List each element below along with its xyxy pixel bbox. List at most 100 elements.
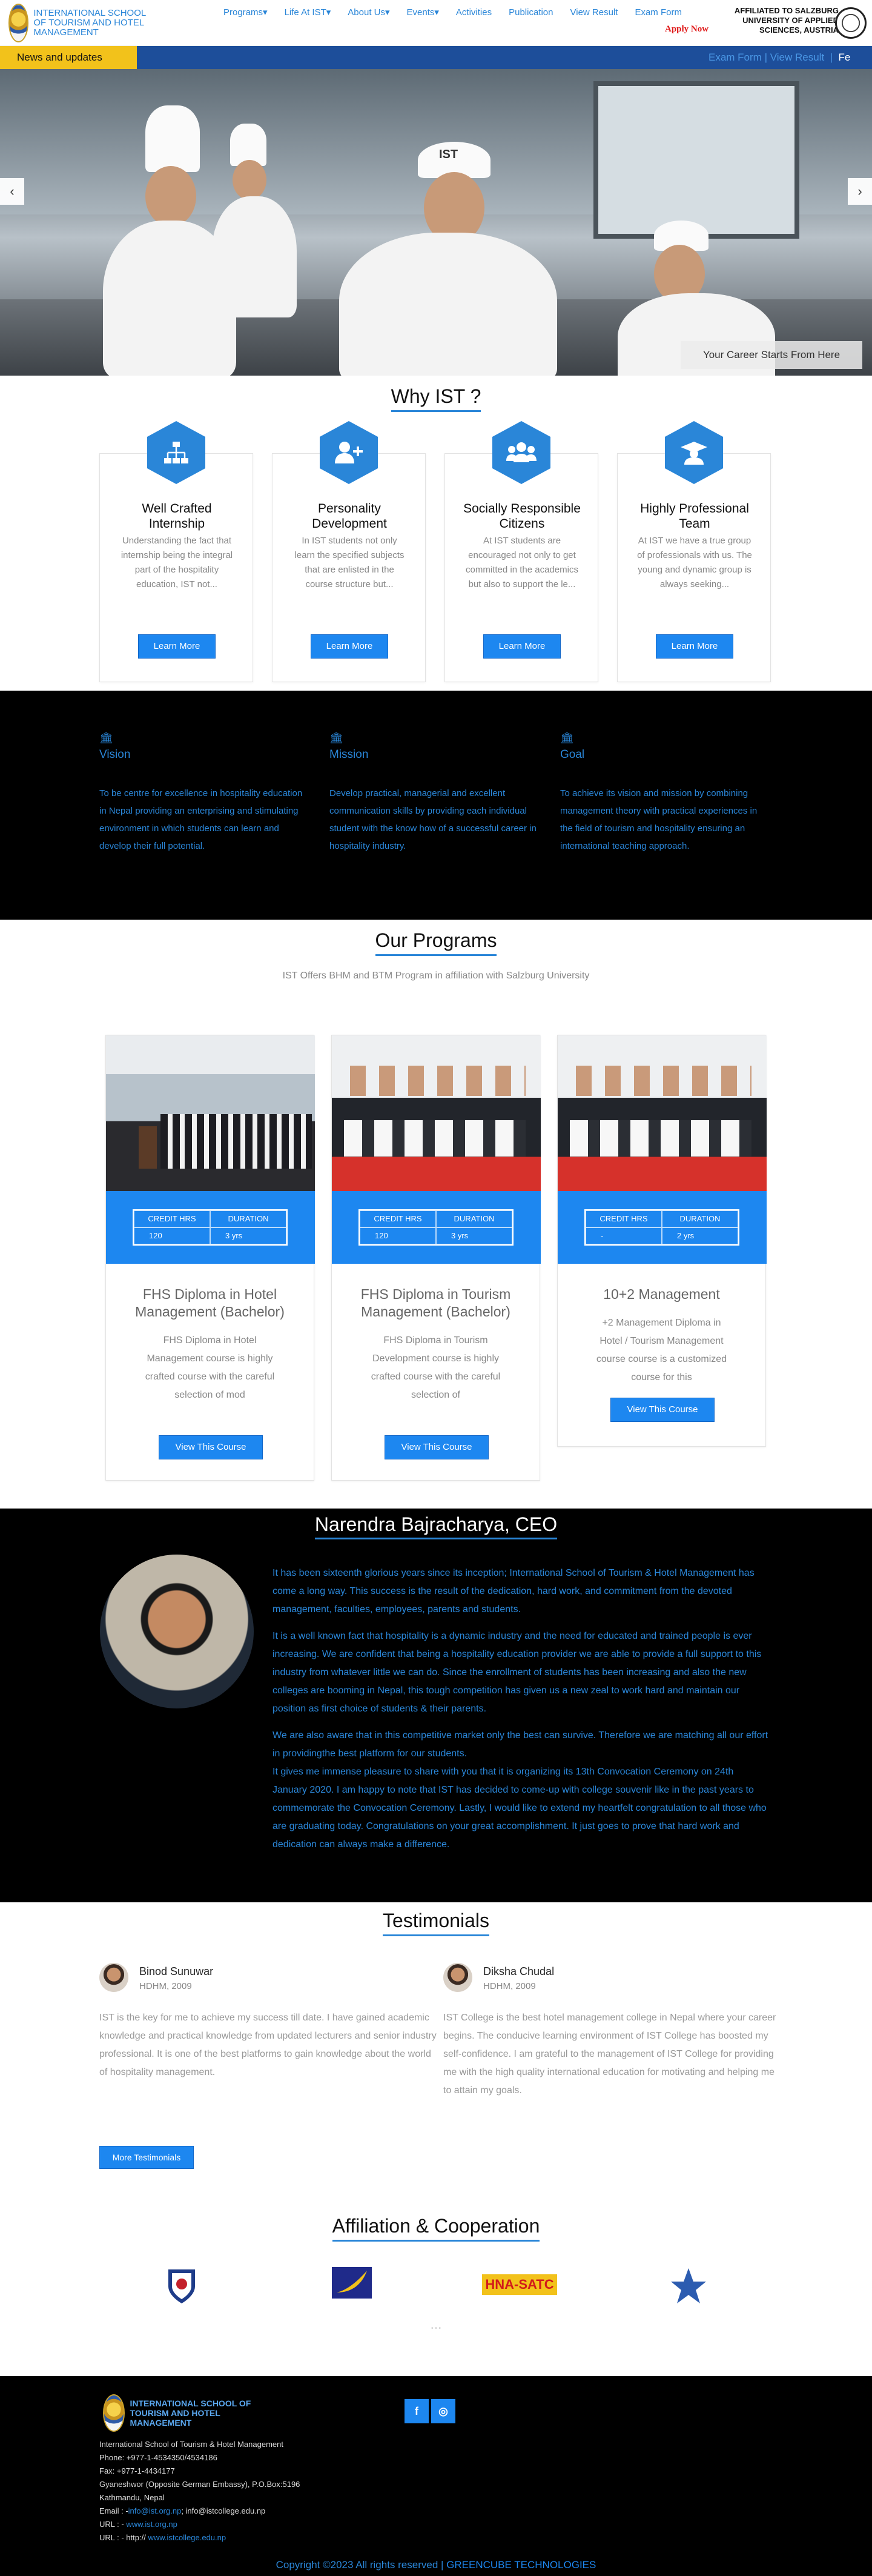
institution-icon: 🏛 xyxy=(560,732,574,744)
view-course-button[interactable]: View This Course xyxy=(159,1435,263,1459)
learn-more-button[interactable]: Learn More xyxy=(656,634,733,659)
hna-satc-logo[interactable]: HNA-SATC xyxy=(482,2266,557,2302)
star-logo-icon[interactable] xyxy=(669,2266,708,2303)
footer-logo-text: INTERNATIONAL SCHOOL OF TOURISM AND HOTE… xyxy=(130,2398,251,2428)
hero-next-arrow-icon[interactable]: › xyxy=(848,178,872,205)
program-stats-table: CREDIT HRS DURATION 120 3 yrs xyxy=(358,1209,514,1246)
news-ticker: News and updates Exam Form | View Result… xyxy=(0,46,872,69)
bird-logo-icon[interactable] xyxy=(332,2266,372,2302)
nav-about-us[interactable]: About Us▾ xyxy=(339,6,398,19)
nav-view-result[interactable]: View Result xyxy=(562,6,627,19)
institution-icon: 🏛 xyxy=(329,732,343,744)
white-shirts xyxy=(344,1120,526,1157)
credit-hrs-value: 120 xyxy=(134,1227,210,1244)
vision-title: Vision xyxy=(99,748,131,761)
footer-email-2[interactable]: info@istcollege.edu.np xyxy=(186,2506,266,2515)
testimonial-degree: HDHM, 2009 xyxy=(483,1981,536,1991)
ceo-message-section: Narendra Bajracharya, CEO It has been si… xyxy=(0,1509,872,1902)
goal-block: 🏛 Goal To achieve its vision and mission… xyxy=(560,732,772,855)
testimonial-degree: HDHM, 2009 xyxy=(139,1981,192,1991)
news-label: News and updates xyxy=(0,46,137,69)
why-card-title: Highly Professional Team xyxy=(640,502,749,531)
more-testimonials-button[interactable]: More Testimonials xyxy=(99,2146,194,2169)
why-card-text: At IST students are encouraged not only … xyxy=(466,536,578,589)
program-text: FHS Diploma in Hotel Management course i… xyxy=(145,1335,275,1400)
affiliation-title: Affiliation & Cooperation xyxy=(0,2215,872,2242)
program-image-hall xyxy=(106,1035,315,1191)
sitemap-icon xyxy=(147,421,205,484)
duration-value: 3 yrs xyxy=(436,1227,512,1244)
school-emblem-icon xyxy=(103,2394,125,2432)
testimonials-title: Testimonials xyxy=(0,1910,872,1936)
hero-window xyxy=(593,81,799,239)
program-stats-table: CREDIT HRS DURATION - 2 yrs xyxy=(584,1209,739,1246)
why-card-title: Well Crafted Internship xyxy=(142,502,212,531)
ticker-item-fe[interactable]: Fe xyxy=(838,51,850,63)
why-title: Why IST ? xyxy=(0,385,872,412)
developer-link[interactable]: GREENCUBE TECHNOLOGIES xyxy=(446,2559,596,2571)
mission-block: 🏛 Mission Develop practical, managerial … xyxy=(329,732,541,855)
why-card-text: In IST students not only learn the speci… xyxy=(294,536,405,589)
nav-publication[interactable]: Publication xyxy=(500,6,561,19)
why-card-text: Understanding the fact that internship b… xyxy=(121,536,233,589)
ceo-message: It has been sixteenth glorious years sin… xyxy=(272,1564,770,1862)
testimonial-name: Diksha Chudal xyxy=(483,1965,555,1977)
school-emblem-icon xyxy=(8,4,29,42)
program-info-box: CREDIT HRS DURATION 120 3 yrs xyxy=(332,1191,541,1264)
affiliation-badge: AFFILIATED TO SALZBURG UNIVERSITY OF APP… xyxy=(730,4,869,44)
footer-url-2[interactable]: www.istcollege.edu.np xyxy=(148,2533,226,2542)
program-card-management: CREDIT HRS DURATION - 2 yrs 10+2 Managem… xyxy=(557,1035,767,1447)
footer-name: International School of Tourism & Hotel … xyxy=(99,2440,283,2449)
footer-email-1[interactable]: info@ist.org.np xyxy=(128,2506,182,2515)
apply-now-link[interactable]: Apply Now xyxy=(665,24,708,35)
view-course-button[interactable]: View This Course xyxy=(385,1435,489,1459)
view-course-button[interactable]: View This Course xyxy=(610,1398,715,1422)
footer-logo[interactable]: INTERNATIONAL SCHOOL OF TOURISM AND HOTE… xyxy=(103,2393,266,2433)
site-footer: INTERNATIONAL SCHOOL OF TOURISM AND HOTE… xyxy=(0,2376,872,2576)
cap-text: IST xyxy=(439,148,458,161)
students-faces xyxy=(576,1066,751,1096)
program-stats-table: CREDIT HRS DURATION 120 3 yrs xyxy=(133,1209,288,1246)
program-info-box: CREDIT HRS DURATION 120 3 yrs xyxy=(106,1191,315,1264)
hero-caption: Your Career Starts From Here xyxy=(681,341,862,369)
programs-subtitle: IST Offers BHM and BTM Program in affili… xyxy=(282,971,590,981)
footer-url-row: URL : - www.ist.org.np xyxy=(99,2520,177,2529)
program-image-students-2 xyxy=(558,1035,767,1191)
program-title: 10+2 Management xyxy=(603,1286,720,1302)
learn-more-button[interactable]: Learn More xyxy=(138,634,216,659)
nav-programs[interactable]: Programs▾ xyxy=(215,6,276,19)
why-card-text: At IST we have a true group of professio… xyxy=(637,536,752,589)
carousel-dots[interactable]: • • • xyxy=(407,2326,465,2332)
learn-more-button[interactable]: Learn More xyxy=(483,634,561,659)
footer-city: Kathmandu, Nepal xyxy=(99,2493,165,2502)
site-header: INTERNATIONAL SCHOOL OF TOURISM AND HOTE… xyxy=(0,0,872,46)
footer-url-1[interactable]: www.ist.org.np xyxy=(126,2520,177,2529)
nav-events[interactable]: Events▾ xyxy=(398,6,448,19)
footer-url-row: URL : - http:// www.istcollege.edu.np xyxy=(99,2533,226,2542)
ceo-paragraph: It has been sixteenth glorious years sin… xyxy=(272,1568,755,1615)
avatar xyxy=(99,1963,128,1992)
why-card-internship: Well Crafted Internship Understanding th… xyxy=(99,421,253,682)
logo-text: INTERNATIONAL SCHOOL OF TOURISM AND HOTE… xyxy=(33,8,146,38)
testimonial-name: Binod Sunuwar xyxy=(139,1965,214,1977)
nav-activities[interactable]: Activities xyxy=(448,6,500,19)
program-card-tourism: CREDIT HRS DURATION 120 3 yrs FHS Diplom… xyxy=(331,1035,541,1481)
nav-life-at-ist[interactable]: Life At IST▾ xyxy=(276,6,340,19)
mission-text: Develop practical, managerial and excell… xyxy=(329,788,537,851)
credit-hrs-value: - xyxy=(586,1227,662,1244)
facebook-icon[interactable]: f xyxy=(405,2399,429,2423)
footer-phone: Phone: +977-1-4534350/4534186 xyxy=(99,2453,217,2462)
credit-hrs-value: 120 xyxy=(360,1227,436,1244)
hero-prev-arrow-icon[interactable]: ‹ xyxy=(0,178,24,205)
program-image-students xyxy=(332,1035,541,1191)
why-card-title: Socially Responsible Citizens xyxy=(463,502,581,531)
nav-exam-form[interactable]: Exam Form xyxy=(626,6,690,19)
duration-header: DURATION xyxy=(210,1210,286,1227)
ticker-item-exam-form[interactable]: Exam Form xyxy=(708,51,762,63)
instagram-icon[interactable]: ◎ xyxy=(431,2399,455,2423)
ticker-item-view-result[interactable]: View Result xyxy=(770,51,824,63)
shield-logo-icon[interactable] xyxy=(164,2266,200,2303)
site-logo[interactable]: INTERNATIONAL SCHOOL OF TOURISM AND HOTE… xyxy=(8,4,160,42)
user-plus-icon xyxy=(320,421,378,484)
learn-more-button[interactable]: Learn More xyxy=(311,634,388,659)
